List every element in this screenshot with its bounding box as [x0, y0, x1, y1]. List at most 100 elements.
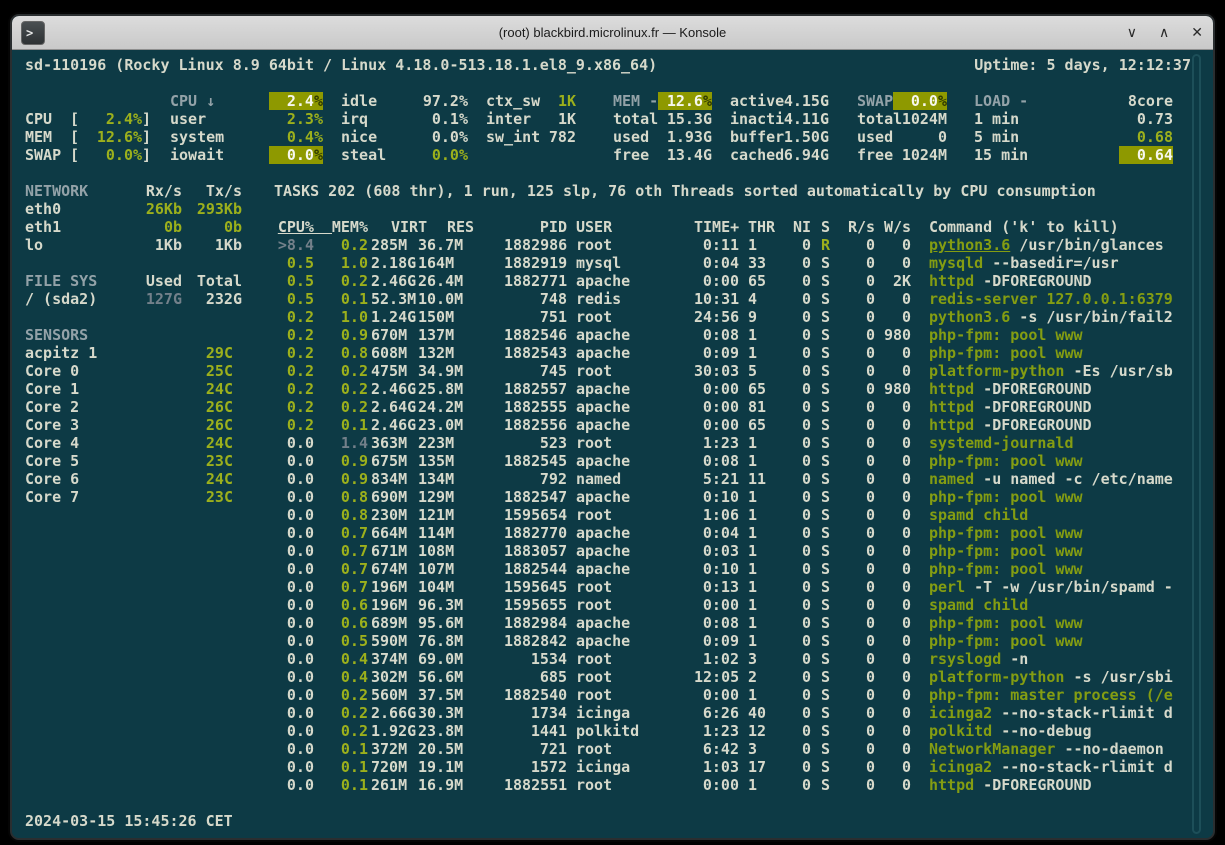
cell-thr: 4 — [748, 290, 778, 308]
cell-command: rsyslogd -n — [929, 650, 1028, 668]
cell-res: 132M — [418, 344, 476, 362]
cell-mem: 0.9 — [314, 470, 368, 488]
cell-pid: 1882540 — [504, 686, 567, 704]
cell-mem: 0.6 — [314, 596, 368, 614]
cell-mem: 0.1 — [314, 740, 368, 758]
cell-ni: 0 — [784, 650, 811, 668]
minimize-button[interactable]: ∨ — [1127, 26, 1137, 40]
rx-value: 26Kb — [133, 200, 182, 218]
cell-s: S — [821, 290, 839, 308]
cell-thr: 2 — [748, 668, 778, 686]
cell-pid: 1882919 — [504, 254, 567, 272]
cell-res: 134M — [418, 470, 476, 488]
col-header: Tx/s — [188, 182, 242, 200]
col-header-mem: MEM% — [314, 218, 368, 236]
cell-ni: 0 — [784, 668, 811, 686]
cell-ws: 0 — [884, 452, 911, 470]
cell-command: mysqld --basedir=/usr — [929, 254, 1119, 272]
cell-rs: 0 — [848, 236, 875, 254]
cell-ni: 0 — [784, 236, 811, 254]
cell-ws: 0 — [884, 632, 911, 650]
cell-cpu: 0.2 — [260, 362, 314, 380]
cell-user: root — [576, 362, 657, 380]
titlebar[interactable]: > (root) blackbird.microlinux.fr — Konso… — [12, 16, 1213, 50]
cell-pid: 1882545 — [504, 452, 567, 470]
cell-command: python3.6 -s /usr/bin/fail2 — [929, 308, 1173, 326]
cell-ws: 2K — [884, 272, 911, 290]
cell-ws: 0 — [884, 650, 911, 668]
cell-user: root — [576, 740, 657, 758]
cell-cpu: 0.0 — [260, 704, 314, 722]
cell-thr: 11 — [748, 470, 778, 488]
cell-rs: 0 — [848, 272, 875, 290]
process-row: 0.00.9834M134M792named5:21110S00named -u… — [12, 470, 1213, 488]
cell-command: php-fpm: master process (/e — [929, 686, 1173, 704]
cell-ni: 0 — [784, 308, 811, 326]
cell-thr: 65 — [748, 416, 778, 434]
cell-cpu: 0.2 — [260, 398, 314, 416]
cell-time: 0:04 — [694, 524, 739, 542]
window-title: (root) blackbird.microlinux.fr — Konsole — [12, 25, 1213, 40]
process-row: 0.00.21.92G23.8M1441polkitd1:23120S00pol… — [12, 722, 1213, 740]
cell-time: 0:13 — [694, 578, 739, 596]
cell-rs: 0 — [848, 452, 875, 470]
cell-res: 23.0M — [418, 416, 476, 434]
stat-label: LOAD - — [974, 92, 1028, 110]
cell-command: httpd -DFOREGROUND — [929, 380, 1092, 398]
cell-s: S — [821, 578, 839, 596]
cell-time: 1:23 — [694, 434, 739, 452]
cell-rs: 0 — [848, 506, 875, 524]
process-row: 0.00.9675M135M1882545apache0:0810S00php-… — [12, 452, 1213, 470]
cell-mem: 0.8 — [314, 488, 368, 506]
cell-pid: 792 — [504, 470, 567, 488]
cell-ni: 0 — [784, 524, 811, 542]
cell-thr: 3 — [748, 650, 778, 668]
cell-rs: 0 — [848, 524, 875, 542]
cell-s: S — [821, 722, 839, 740]
cell-ni: 0 — [784, 560, 811, 578]
load-stats-row: 5 min0.68 — [12, 128, 1213, 146]
cell-cpu: 0.0 — [260, 560, 314, 578]
cell-res: 107M — [418, 560, 476, 578]
cell-pid: 1882547 — [504, 488, 567, 506]
cell-s: S — [821, 254, 839, 272]
cell-s: S — [821, 398, 839, 416]
cell-res: 25.8M — [418, 380, 476, 398]
process-row: 0.00.5590M76.8M1882842apache0:0910S00php… — [12, 632, 1213, 650]
cell-cpu: 0.0 — [260, 776, 314, 794]
stat-value: 0.73 — [1119, 110, 1173, 128]
cell-ni: 0 — [784, 488, 811, 506]
cell-cpu: 0.0 — [260, 488, 314, 506]
cell-rs: 0 — [848, 416, 875, 434]
cell-ni: 0 — [784, 686, 811, 704]
terminal-screen[interactable]: sd-110196 (Rocky Linux 8.9 64bit / Linux… — [12, 50, 1213, 838]
cell-cpu: 0.0 — [260, 758, 314, 776]
cell-mem: 0.7 — [314, 524, 368, 542]
maximize-button[interactable]: ∧ — [1159, 26, 1169, 40]
cell-thr: 1 — [748, 776, 778, 794]
cell-mem: 0.7 — [314, 542, 368, 560]
cell-thr: 17 — [748, 758, 778, 776]
cell-res: 108M — [418, 542, 476, 560]
cell-pid: 1882543 — [504, 344, 567, 362]
cell-cpu: 0.0 — [260, 524, 314, 542]
scrollbar[interactable] — [1192, 54, 1201, 834]
cell-res: 129M — [418, 488, 476, 506]
interface-name: eth0 — [25, 200, 125, 218]
cell-pid: 1595645 — [504, 578, 567, 596]
cell-time: 0:08 — [694, 452, 739, 470]
cell-user: mysql — [576, 254, 657, 272]
cell-mem: 0.9 — [314, 452, 368, 470]
close-button[interactable]: ✕ — [1191, 26, 1203, 40]
process-row: 0.00.22.66G30.3M1734icinga6:26400S00icin… — [12, 704, 1213, 722]
cell-time: 1:23 — [694, 722, 739, 740]
stat-label: 1 min — [974, 110, 1028, 128]
cell-mem: 0.4 — [314, 668, 368, 686]
cell-user: apache — [576, 326, 657, 344]
cell-rs: 0 — [848, 758, 875, 776]
cell-time: 30:03 — [694, 362, 739, 380]
cell-thr: 3 — [748, 740, 778, 758]
network-title: NETWORK — [25, 182, 125, 200]
process-row: 0.00.7671M108M1883057apache0:0310S00php-… — [12, 542, 1213, 560]
cell-thr: 9 — [748, 308, 778, 326]
